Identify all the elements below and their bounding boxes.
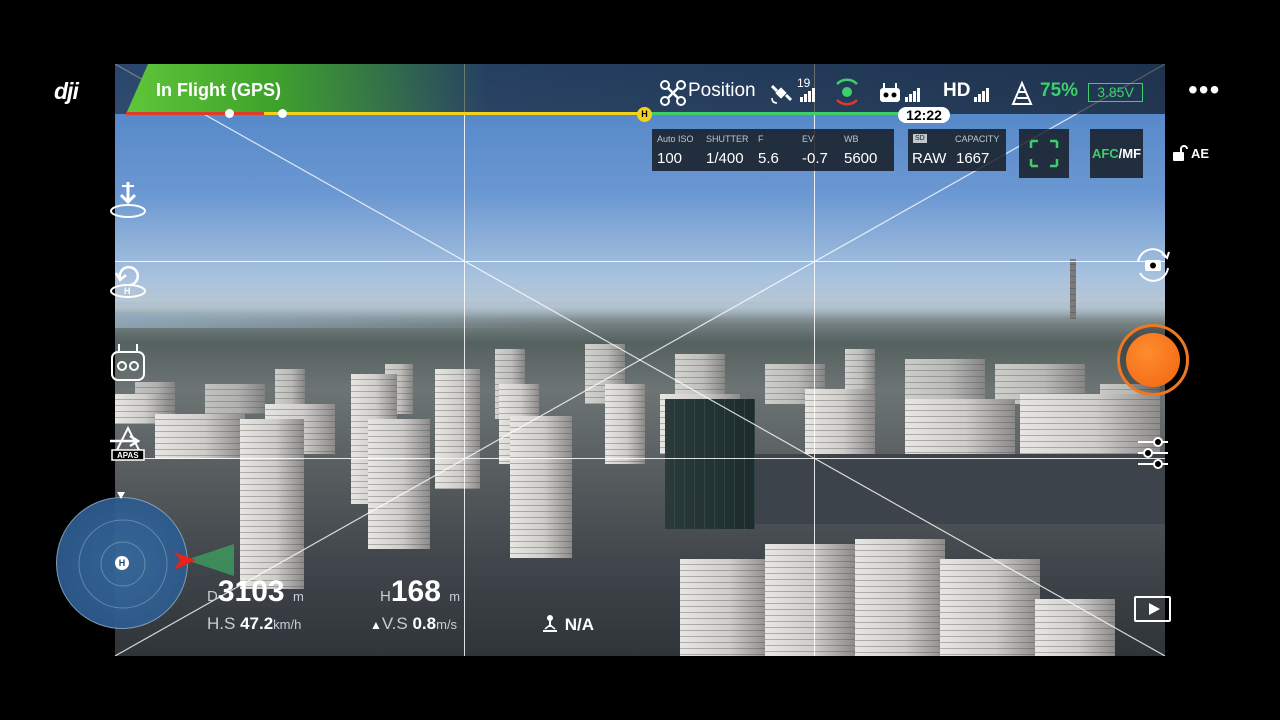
return-to-home-icon[interactable]: H (106, 262, 150, 306)
battery-voltage: 3.85V (1088, 83, 1143, 102)
flight-status-text[interactable]: In Flight (GPS) (156, 80, 281, 101)
height-value: 168 (390, 575, 441, 608)
ev-label: EV (802, 134, 815, 144)
ae-label: AE (1191, 146, 1210, 161)
dji-logo[interactable]: dji (54, 78, 79, 105)
focus-frame-icon (1029, 139, 1059, 168)
rc-signal-icon (905, 86, 923, 102)
iso-value: 100 (657, 150, 683, 167)
hspeed-label: H.S (207, 614, 236, 633)
wb-value: 5600 (844, 150, 878, 167)
camera-settings-icon[interactable] (1136, 436, 1170, 470)
aperture-value: 5.6 (758, 150, 779, 167)
focus-frame-button[interactable] (1019, 129, 1069, 178)
sd-card-icon: SD (913, 134, 927, 143)
progress-yellow (264, 112, 644, 115)
vision-positioning-readout: N/A (540, 614, 594, 635)
hd-video-label[interactable]: HD (943, 80, 970, 102)
camera-switch-icon[interactable] (1132, 246, 1174, 284)
vspeed-value: 0.8 (412, 614, 437, 633)
focus-mode-button[interactable]: AFC/MF (1090, 129, 1143, 178)
height-unit: m (449, 589, 461, 604)
home-point-marker: H (637, 107, 652, 122)
photo-format: RAW (912, 150, 947, 167)
mf-label: MF (1122, 146, 1142, 161)
distance-unit: m (292, 589, 304, 604)
afc-label: AFC (1091, 146, 1119, 161)
hspeed-value: 47.2 (240, 614, 274, 633)
playback-button[interactable] (1134, 596, 1171, 622)
distance-label: D (207, 588, 218, 605)
distance-value: 3103 (217, 575, 285, 608)
aperture-label: F (758, 134, 764, 144)
vision-sensor-icon (543, 615, 557, 632)
battery-percent: 75% (1040, 80, 1079, 101)
shutter-label: SHUTTER (706, 134, 749, 144)
vspeed-label: V.S (381, 614, 408, 633)
progress-marker (225, 109, 234, 118)
grid-diagonals (115, 64, 1165, 656)
vision-value: N/A (564, 615, 595, 634)
remote-controller-icon[interactable] (878, 82, 902, 104)
shutter-button[interactable] (1117, 324, 1189, 396)
hd-signal-icon (974, 86, 992, 102)
capacity-value: 1667 (956, 150, 990, 167)
height-label: H (380, 588, 391, 605)
flight-time: 12:22 (898, 107, 950, 123)
flight-mode-label[interactable]: Position (688, 80, 756, 102)
distance-readout: D3103 m (207, 575, 304, 609)
ae-lock-button[interactable]: AE (1168, 129, 1215, 178)
aircraft-heading-icon (174, 544, 234, 576)
battery-icon[interactable] (1010, 80, 1034, 106)
vertical-speed-readout: ▲V.S 0.8m/s (370, 614, 457, 634)
more-menu-icon[interactable]: ••• (1188, 74, 1220, 106)
progress-red (126, 112, 264, 115)
vspeed-arrow-icon: ▲ (370, 618, 382, 632)
drone-icon (660, 80, 686, 106)
progress-green (644, 112, 924, 115)
capacity-label: CAPACITY (955, 134, 1000, 144)
remote-controller-settings-icon[interactable] (106, 340, 150, 384)
progress-marker (278, 109, 287, 118)
shutter-value: 1/400 (706, 150, 744, 167)
hspeed-unit: km/h (273, 617, 302, 632)
gps-signal-icon[interactable] (800, 86, 818, 102)
auto-landing-icon[interactable] (106, 178, 150, 222)
wb-label: WB (844, 134, 859, 144)
height-readout: H168 m (380, 575, 460, 609)
svg-text:H: H (124, 286, 131, 296)
iso-label: Auto ISO (657, 134, 694, 144)
unlock-icon (1173, 145, 1188, 161)
north-indicator-icon (117, 492, 125, 499)
ev-value: -0.7 (802, 150, 828, 167)
obstacle-sensing-icon[interactable] (832, 78, 862, 106)
camera-live-view[interactable] (115, 64, 1165, 656)
vspeed-unit: m/s (436, 617, 458, 632)
apas-label: APAS (117, 451, 139, 460)
satellite-icon (770, 84, 793, 104)
radar-home-marker: H (115, 556, 129, 570)
horizontal-speed-readout: H.S 47.2km/h (207, 614, 301, 634)
